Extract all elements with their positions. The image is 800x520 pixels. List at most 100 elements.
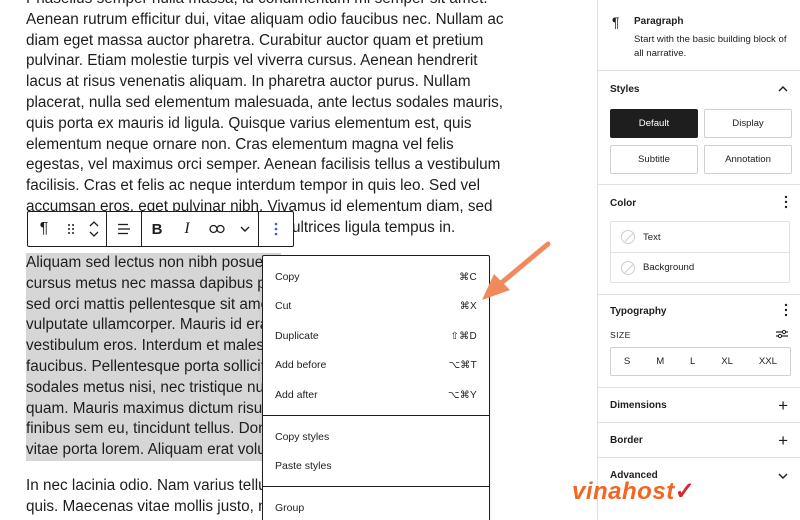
dimensions-panel-heading[interactable]: Dimensions [610,400,667,411]
text-line: vulputate ullamcorper. Mauris id era [26,315,281,337]
empty-swatch-icon [621,260,635,275]
text-line: faucibus. Pellentesque porta sollicit [26,356,281,378]
text-line: sed orci mattis pellentesque sit ame [26,294,281,316]
text-line: pulvinar. Etiam molestie turpis vel vive… [26,52,478,70]
options-group [259,212,293,246]
settings-sidebar: ¶ Paragraph Start with the basic buildin… [597,0,800,520]
text-line: quam. Mauris maximus dictum risus [26,398,281,420]
align-icon[interactable] [107,212,141,246]
menu-item-label: Group [275,502,305,514]
custom-size-settings-icon[interactable] [776,326,788,342]
vertical-ellipsis-icon[interactable] [259,212,293,246]
color-panel-heading: Color [610,198,637,209]
plus-icon[interactable]: + [778,431,788,451]
border-panel-heading[interactable]: Border [610,435,643,446]
style-default-button[interactable]: Default [610,109,698,138]
annotation-arrow-icon [482,241,551,300]
text-line: vestibulum eros. Interdum et malesu [26,336,281,357]
color-item-label: Background [643,262,695,273]
block-toolbar: ¶ B I [27,211,294,247]
text-line: finibus sem eu, tincidunt tellus. Don [26,419,281,441]
plus-icon[interactable]: + [778,396,788,416]
menu-item-label: Duplicate [275,330,319,342]
menu-item-duplicate[interactable]: Duplicate ⇧⌘D [263,321,489,351]
menu-item-label: Add before [275,359,327,371]
style-display-button[interactable]: Display [704,109,792,138]
style-subtitle-button[interactable]: Subtitle [610,145,698,174]
editor-canvas: Phasellus semper nulla massa, id condime… [0,0,597,520]
style-annotation-button[interactable]: Annotation [704,145,792,174]
move-up-down-icon[interactable] [82,212,106,246]
text-line: Aliquam sed lectus non nibh posuere [26,253,281,274]
menu-divider [263,415,489,416]
menu-item-label: Cut [275,300,292,312]
text-line: lacus at risus venenatis aliquam. In pha… [26,73,471,91]
paragraph-block[interactable]: Phasellus semper nulla massa, id condime… [26,0,504,239]
menu-item-group[interactable]: Group [263,493,489,520]
text-line: quis porta ex mauris id ligula. Quisque … [26,114,472,132]
size-option-m[interactable]: M [656,356,664,367]
text-line: In nec lacinia odio. Nam varius tellus [26,477,275,494]
chevron-up-icon[interactable] [778,79,788,95]
panel-divider [598,457,800,458]
shortcut-label: ⌥⌘T [448,359,477,371]
drag-handle-icon[interactable] [60,212,82,246]
text-line: facilisis. Cras et felis ac neque interd… [26,177,481,195]
styles-panel-heading[interactable]: Styles [610,84,639,95]
text-line: diam eget massa auctor pharetra. Curabit… [26,31,484,49]
menu-divider [263,486,489,487]
shortcut-label: ⌥⌘Y [447,389,477,401]
chevron-down-icon[interactable] [232,212,258,246]
menu-item-add-before[interactable]: Add before ⌥⌘T [263,350,489,380]
vertical-ellipsis-icon[interactable] [784,303,788,320]
size-option-l[interactable]: L [690,356,695,367]
text-line: egestas, vel maximus orci semper. Aenean… [26,156,501,174]
menu-item-copy-styles[interactable]: Copy styles [263,422,489,452]
block-card-description: Start with the basic building block of a… [634,34,787,59]
selected-paragraph-block[interactable]: Aliquam sed lectus non nibh posuere curs… [26,253,281,461]
color-item-label: Text [643,231,661,243]
paragraph-block[interactable]: In nec lacinia odio. Nam varius tellus q… [26,476,275,518]
text-line: cursus metus nec massa dapibus po [26,273,281,295]
typography-panel-heading: Typography [610,306,667,317]
size-option-xl[interactable]: XL [721,356,733,367]
text-line: quis. Maecenas vitae mollis justo, ne [26,497,276,515]
block-card-title: Paragraph [634,16,684,27]
size-option-s[interactable]: S [624,356,630,367]
vinahost-watermark-logo: vinahost✓ [572,478,696,505]
link-icon[interactable] [202,212,232,246]
panel-divider [598,70,800,71]
color-items-list: Text Background [610,221,790,283]
menu-item-label: Copy styles [275,431,330,443]
menu-item-paste-styles[interactable]: Paste styles [263,451,489,481]
paragraph-icon[interactable]: ¶ [28,212,60,246]
panel-divider [598,422,800,423]
menu-item-cut[interactable]: Cut ⌘X [263,291,489,321]
shortcut-label: ⇧⌘D [450,330,477,342]
text-line: placerat, nulla sed elementum malesuada,… [26,93,504,111]
text-line: Phasellus semper nulla massa, id condime… [26,0,504,10]
text-line: vitae porta lorem. Aliquam erat volut [26,440,281,461]
align-group [107,212,142,246]
text-line: elementum neque ornare non. Cras element… [26,135,454,153]
text-line: Aenean rutrum efficitur dui, vitae aliqu… [26,10,504,28]
menu-item-add-after[interactable]: Add after ⌥⌘Y [263,380,489,410]
block-options-menu: Copy ⌘C Cut ⌘X Duplicate ⇧⌘D Add before … [262,255,490,520]
color-item-background[interactable]: Background [611,252,789,282]
format-group: B I [142,212,259,246]
size-option-xxl[interactable]: XXL [759,356,777,367]
chevron-down-icon[interactable] [778,466,788,482]
menu-item-label: Paste styles [275,460,332,472]
color-item-text[interactable]: Text [611,222,789,252]
menu-item-label: Copy [275,271,300,283]
menu-item-copy[interactable]: Copy ⌘C [263,262,489,292]
bold-button[interactable]: B [142,212,172,246]
paragraph-icon: ¶ [612,14,620,30]
font-size-label: SIZE [610,330,631,340]
panel-divider [598,184,800,185]
vertical-ellipsis-icon[interactable] [784,195,788,212]
italic-button[interactable]: I [172,212,202,246]
panel-divider [598,294,800,295]
text-line: sodales metus nisi, nec tristique nu [26,377,281,399]
menu-item-label: Add after [275,389,318,401]
